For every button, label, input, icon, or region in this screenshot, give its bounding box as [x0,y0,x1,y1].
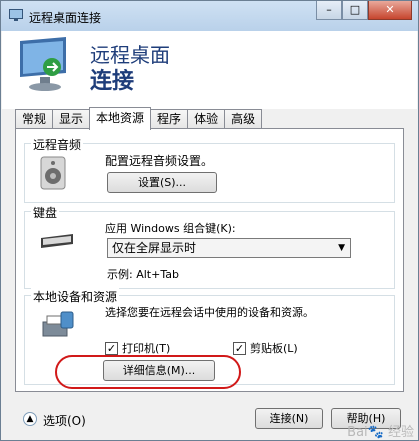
devices-icon [42,311,74,337]
devices-description: 选择您要在远程会话中使用的设备和资源。 [105,306,314,319]
minimize-button[interactable]: – [316,1,342,20]
check-icon: ✓ [105,341,118,355]
remote-desktop-icon [9,9,23,21]
printer-label: 打印机(T) [122,342,171,355]
audio-settings-button[interactable]: 设置(S)... [107,172,217,193]
chevron-down-icon: ▼ [338,243,345,253]
audio-group-title: 远程音频 [31,136,84,153]
audio-group: 远程音频 配置远程音频设置。 设置(S)... [24,136,395,203]
speaker-icon [40,156,66,190]
keyboard-example: 示例: Alt+Tab [107,268,179,281]
tab-local-resources[interactable]: 本地资源 [89,107,152,130]
footer: ▲ 选项(O) 连接(N) 帮助(H) Bai🐾 经验 [1,396,418,440]
tab-display[interactable]: 显示 [52,109,91,129]
tab-programs[interactable]: 程序 [150,109,189,129]
banner-title-line2: 连接 [90,69,135,94]
banner: 远程桌面 连接 [2,31,417,109]
window-title: 远程桌面连接 [29,11,102,25]
devices-group-title: 本地设备和资源 [31,288,120,305]
annotation-highlight [55,355,241,389]
clipboard-label: 剪贴板(L) [250,342,298,355]
keyboard-group: 键盘 应用 Windows 组合键(K): 仅在全屏显示时 ▼ 示例: Alt+… [24,204,395,289]
tab-strip: 常规 显示 本地资源 程序 体验 高级 [15,107,263,130]
title-bar[interactable]: 远程桌面连接 – □ ✕ [1,1,418,31]
tab-advanced[interactable]: 高级 [224,109,263,129]
clipboard-checkbox[interactable]: ✓ 剪贴板(L) [233,340,298,356]
windows-keys-select[interactable]: 仅在全屏显示时 ▼ [107,238,351,258]
keyboard-icon [41,234,73,248]
keyboard-group-title: 键盘 [31,204,60,221]
connect-button[interactable]: 连接(N) [255,408,323,429]
windows-keys-selected: 仅在全屏显示时 [112,241,197,255]
maximize-button[interactable]: □ [342,1,368,20]
tab-experience[interactable]: 体验 [187,109,226,129]
options-toggle[interactable]: 选项(O) [43,412,86,429]
tab-general[interactable]: 常规 [15,109,54,129]
local-resources-panel: 远程音频 配置远程音频设置。 设置(S)... 键盘 应用 Windows 组合… [15,128,404,392]
check-icon: ✓ [233,341,246,355]
watermark: Bai🐾 经验 [347,425,414,440]
printer-checkbox[interactable]: ✓ 打印机(T) [105,340,170,356]
rdp-window: 远程桌面连接 – □ ✕ 远程桌面 连接 常规 显示 本地资源 程序 体验 高级… [0,0,419,441]
chevron-up-icon[interactable]: ▲ [23,412,37,426]
keyboard-label: 应用 Windows 组合键(K): [105,222,236,235]
monitor-icon [20,37,66,91]
audio-description: 配置远程音频设置。 [105,154,214,168]
close-button[interactable]: ✕ [368,1,412,20]
